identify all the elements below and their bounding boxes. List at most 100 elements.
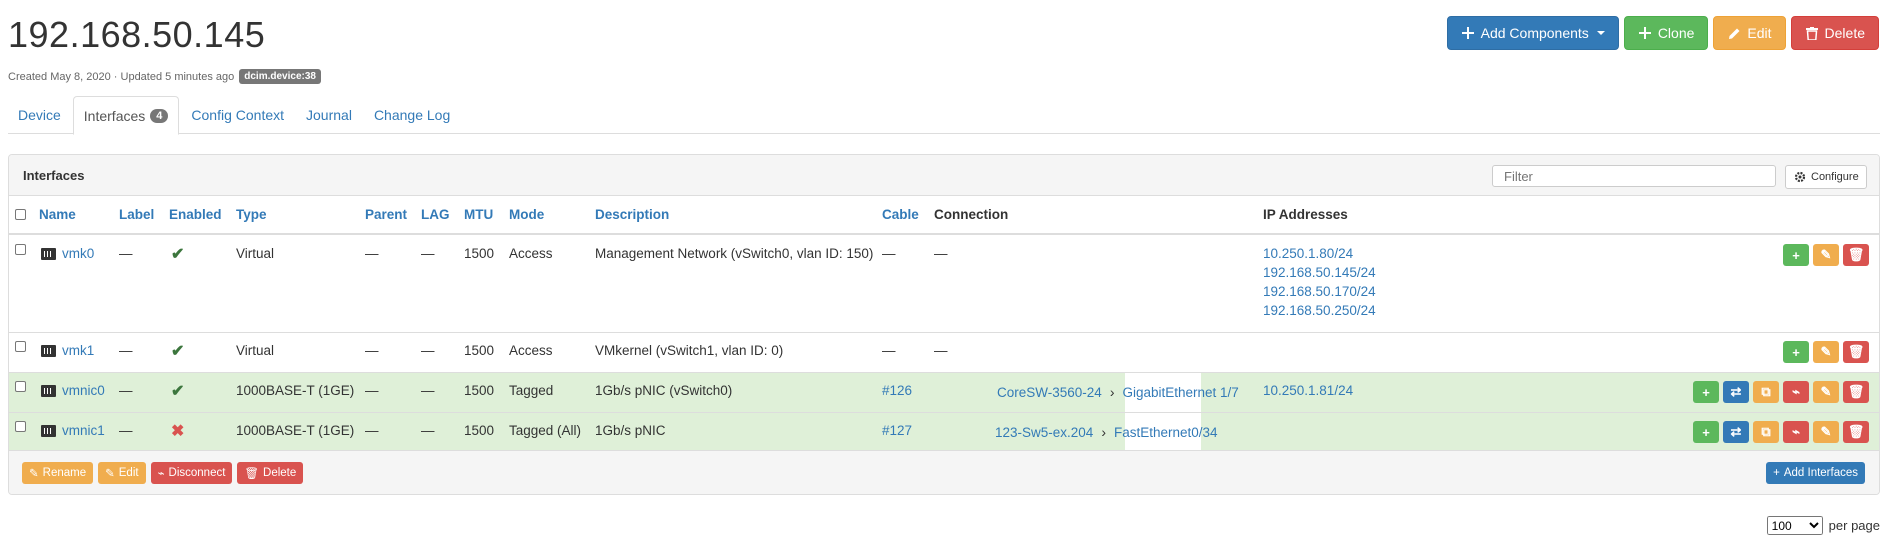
filter-input[interactable] [1492, 165, 1776, 187]
col-lag[interactable]: LAG [421, 207, 450, 222]
edit-row-button[interactable]: ✎ [1813, 244, 1839, 266]
interface-name[interactable]: vmk1 [41, 343, 94, 358]
type-cell: Virtual [236, 246, 275, 261]
delete-selected-label: Delete [263, 467, 297, 479]
connection-cell: — [934, 343, 948, 358]
delete-button[interactable]: Delete [1790, 16, 1879, 50]
plus-icon: + [1702, 424, 1710, 440]
add-ip-button[interactable]: + [1693, 381, 1719, 403]
add-interfaces-button[interactable]: + Add Interfaces [1766, 462, 1865, 484]
ip-address-link[interactable]: 10.250.1.81/24 [1263, 383, 1353, 398]
ip-address-link[interactable]: 192.168.50.145/24 [1263, 265, 1376, 280]
parent-cell: — [365, 246, 379, 261]
edit-row-button[interactable]: ✎ [1813, 421, 1839, 443]
row-checkbox[interactable] [15, 341, 26, 352]
col-mtu[interactable]: MTU [464, 207, 493, 222]
row-actions: + ⇄ ⧉ ⌁ ✎ 🗑 [1693, 421, 1869, 443]
interface-name[interactable]: vmnic1 [41, 423, 105, 438]
delete-row-button[interactable]: 🗑 [1843, 244, 1869, 266]
add-ip-button[interactable]: + [1693, 421, 1719, 443]
ip-address-link[interactable]: 10.250.1.80/24 [1263, 246, 1376, 261]
disconnect-selected-button[interactable]: ⌁ Disconnect [150, 462, 233, 484]
add-interfaces-label: Add Interfaces [1783, 467, 1858, 479]
col-name[interactable]: Name [39, 207, 76, 222]
trace-icon: ⇄ [1730, 424, 1742, 439]
table-row: vmnic1 — ✖ 1000BASE-T (1GE) — — 1500 Tag… [9, 413, 1879, 451]
unplug-icon: ⌁ [157, 468, 165, 480]
trace-button[interactable]: ⇄ [1723, 381, 1749, 403]
col-parent[interactable]: Parent [365, 207, 407, 222]
tab-device-label: Device [18, 107, 61, 123]
ethernet-port-icon [41, 344, 56, 357]
connected-device-link[interactable]: 123-Sw5-ex.204 [995, 425, 1093, 440]
per-page-select[interactable]: 100 [1766, 516, 1823, 535]
enabled-check-icon: ✔ [171, 246, 185, 263]
delete-row-button[interactable]: 🗑 [1843, 381, 1869, 403]
mode-cell: Tagged [509, 383, 554, 398]
tab-config-context[interactable]: Config Context [181, 96, 294, 134]
tab-config-context-label: Config Context [191, 107, 285, 123]
trash-icon: 🗑 [1847, 384, 1865, 399]
connected-interface-link[interactable]: FastEthernet0/34 [1114, 425, 1218, 440]
interface-name[interactable]: vmk0 [41, 246, 94, 261]
select-all-checkbox[interactable] [15, 209, 26, 220]
delete-row-button[interactable]: 🗑 [1843, 341, 1869, 363]
configure-button[interactable]: Configure [1785, 165, 1867, 189]
col-type[interactable]: Type [236, 207, 267, 222]
cable-status-button[interactable]: ⧉ [1753, 421, 1779, 443]
connected-interface-link[interactable]: GigabitEthernet 1/7 [1122, 385, 1238, 400]
tab-device[interactable]: Device [8, 96, 71, 134]
col-cable[interactable]: Cable [882, 207, 919, 222]
delete-row-button[interactable]: 🗑 [1843, 421, 1869, 443]
edit-selected-button[interactable]: ✎ Edit [98, 462, 146, 484]
rename-selected-button[interactable]: ✎ Rename [22, 462, 94, 484]
plus-icon: + [1792, 247, 1800, 263]
col-enabled[interactable]: Enabled [169, 207, 222, 222]
tab-bar: Device Interfaces 4 Config Context Journ… [8, 96, 1880, 135]
interface-name[interactable]: vmnic0 [41, 383, 105, 398]
disconnect-button[interactable]: ⌁ [1783, 381, 1809, 403]
plus-icon [1638, 26, 1652, 40]
cable-link[interactable]: #126 [882, 383, 912, 398]
pencil-icon: ✎ [29, 468, 39, 480]
connected-device-link[interactable]: CoreSW-3560-24 [997, 385, 1102, 400]
edit-row-button[interactable]: ✎ [1813, 341, 1839, 363]
col-mode[interactable]: Mode [509, 207, 544, 222]
panel-heading: Interfaces Configure [9, 155, 1879, 196]
page-meta: Created May 8, 2020 · Updated 5 minutes … [8, 69, 321, 84]
cable-link[interactable]: #127 [882, 423, 912, 438]
lag-cell: — [421, 343, 435, 358]
clone-button[interactable]: Clone [1623, 16, 1709, 50]
ip-address-link[interactable]: 192.168.50.250/24 [1263, 303, 1376, 318]
lag-cell: — [421, 246, 435, 261]
table-header: Name Label Enabled Type Parent LAG MTU M… [9, 196, 1879, 235]
row-checkbox[interactable] [15, 244, 26, 255]
ip-address-link[interactable]: 192.168.50.170/24 [1263, 284, 1376, 299]
row-actions: + ✎ 🗑 [1783, 244, 1869, 266]
trace-button[interactable]: ⇄ [1723, 421, 1749, 443]
col-label[interactable]: Label [119, 207, 154, 222]
row-checkbox[interactable] [15, 421, 26, 432]
row-checkbox[interactable] [15, 381, 26, 392]
col-description[interactable]: Description [595, 207, 669, 222]
delete-selected-button[interactable]: 🗑 Delete [237, 462, 304, 484]
add-ip-button[interactable]: + [1783, 341, 1809, 363]
tab-interfaces[interactable]: Interfaces 4 [72, 96, 180, 135]
type-cell: 1000BASE-T (1GE) [236, 423, 355, 438]
tab-journal[interactable]: Journal [296, 96, 362, 134]
mtu-cell: 1500 [464, 423, 495, 438]
trace-icon: ⇄ [1730, 384, 1742, 399]
edit-row-button[interactable]: ✎ [1813, 381, 1839, 403]
edit-button[interactable]: Edit [1713, 16, 1786, 50]
add-components-button[interactable]: Add Components [1446, 16, 1619, 50]
connection-cell: 123-Sw5-ex.204 › FastEthernet0/34 [995, 424, 1218, 440]
disconnect-button[interactable]: ⌁ [1783, 421, 1809, 443]
interface-name-text: vmnic1 [62, 423, 105, 438]
pencil-icon: ✎ [105, 468, 115, 480]
add-ip-button[interactable]: + [1783, 244, 1809, 266]
mtu-cell: 1500 [464, 343, 495, 358]
per-page-control: 100 per page [1766, 516, 1880, 535]
delete-label: Delete [1824, 25, 1865, 41]
tab-change-log[interactable]: Change Log [364, 96, 460, 134]
cable-status-button[interactable]: ⧉ [1753, 381, 1779, 403]
